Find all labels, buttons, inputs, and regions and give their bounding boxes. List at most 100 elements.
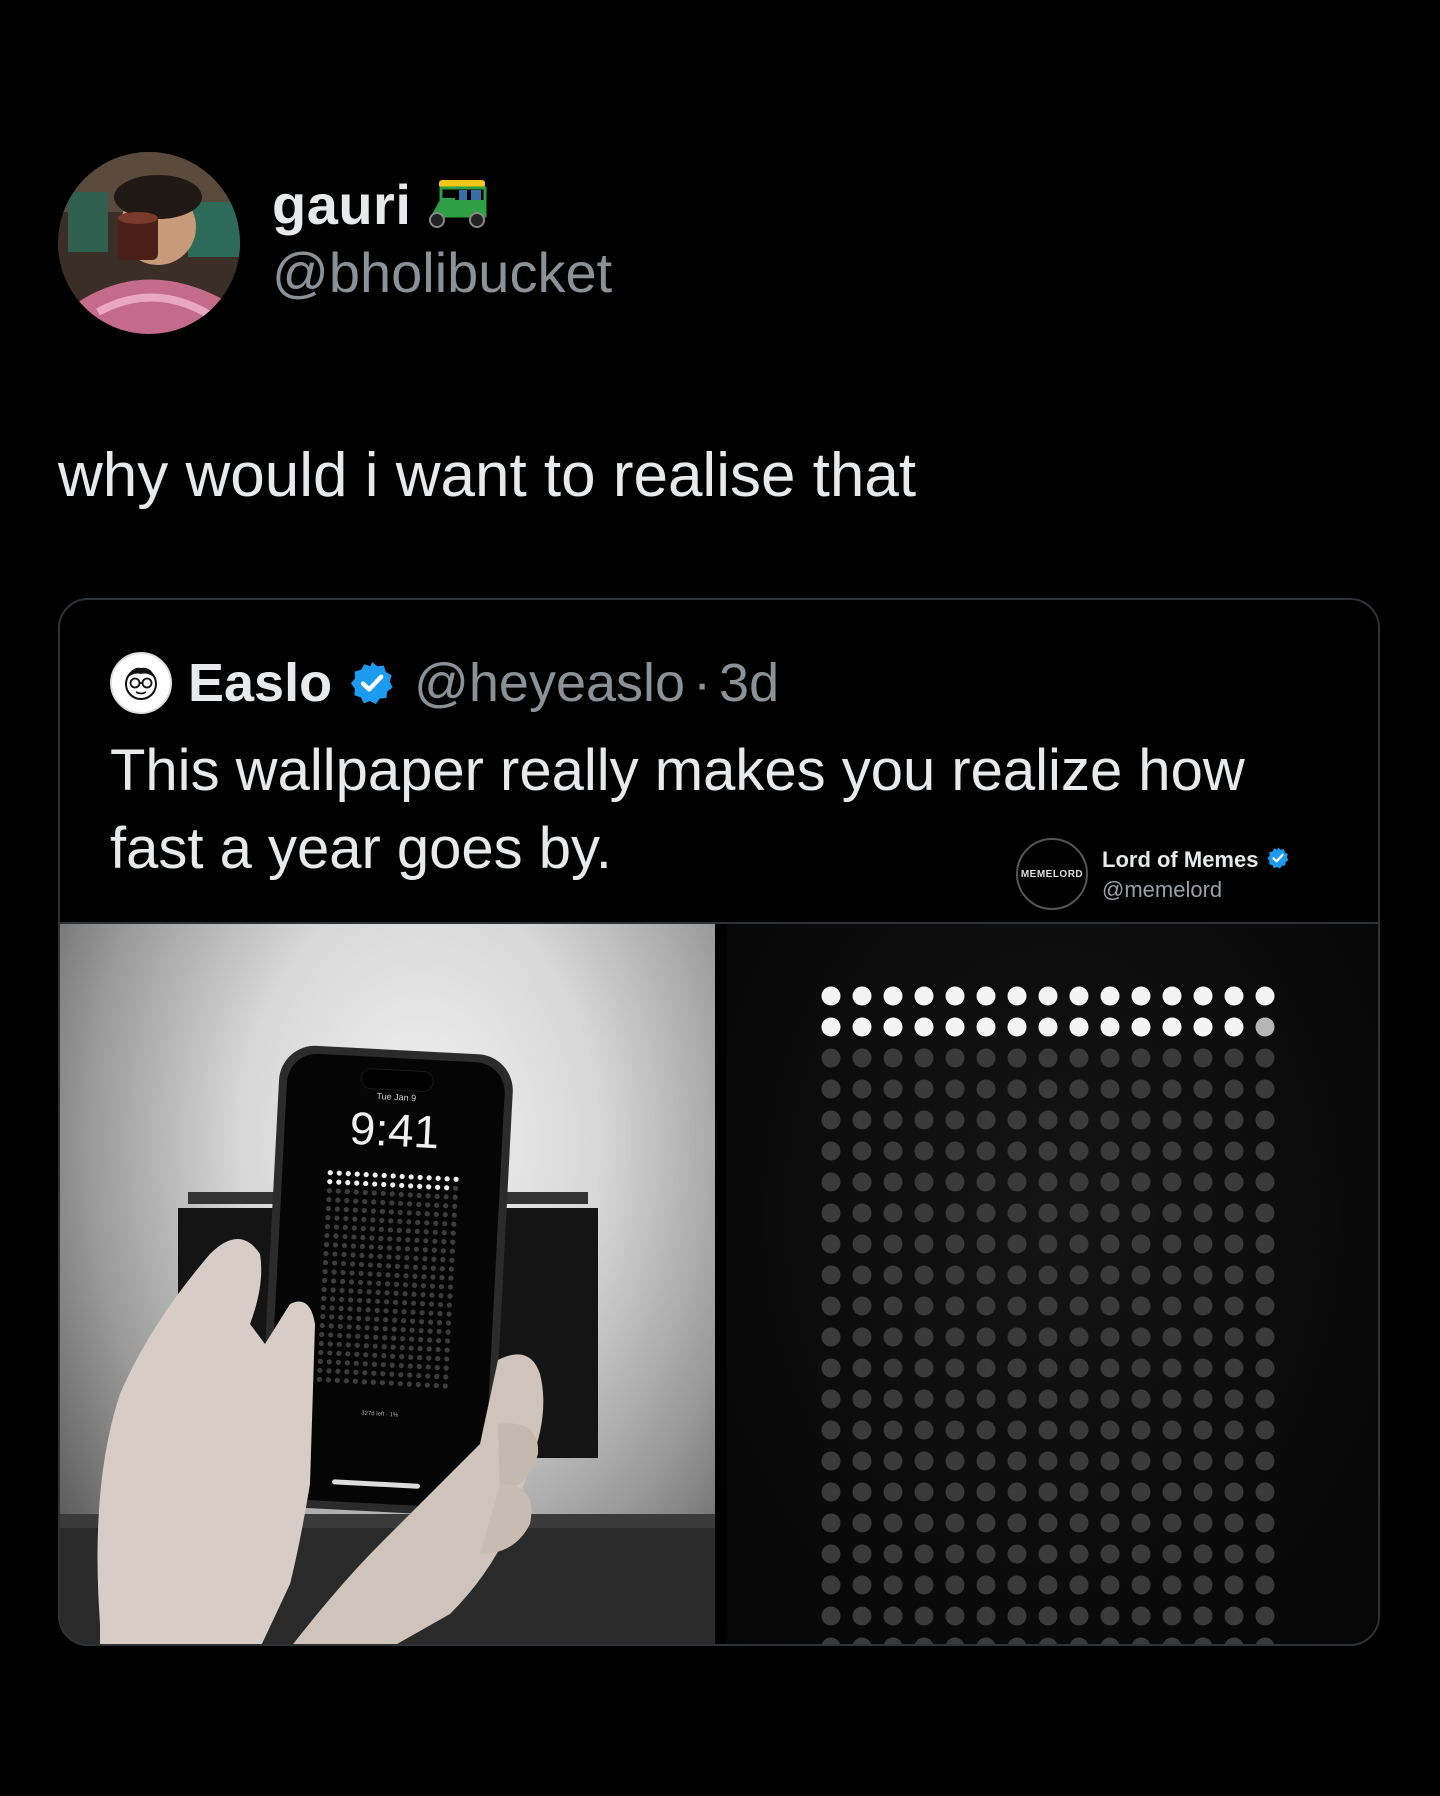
day-dot-remaining	[1131, 1451, 1151, 1471]
day-dot-remaining	[1224, 1079, 1244, 1099]
day-dot-remaining	[1038, 1141, 1058, 1161]
day-dot-remaining	[1038, 1358, 1058, 1378]
day-dot-remaining	[883, 1420, 903, 1440]
day-dot-remaining	[852, 1265, 872, 1285]
day-dot-remaining	[1038, 1079, 1058, 1099]
day-dot-remaining	[945, 1048, 965, 1068]
day-dot-elapsed	[914, 1017, 934, 1037]
quoted-author-handle[interactable]: @heyeaslo	[414, 652, 685, 714]
day-dot-remaining	[1100, 1606, 1120, 1626]
day-dot-remaining	[1069, 1079, 1089, 1099]
day-dot-remaining	[976, 1389, 996, 1409]
day-dot-remaining	[1069, 1234, 1089, 1254]
day-dot-remaining	[1007, 1513, 1027, 1533]
tweet-header: gauri @bholibucket	[58, 152, 612, 334]
day-dot-remaining	[976, 1203, 996, 1223]
day-dot-remaining	[976, 1172, 996, 1192]
day-dot-elapsed	[1162, 1017, 1182, 1037]
day-dot-remaining	[1162, 1420, 1182, 1440]
day-dot-remaining	[1193, 1451, 1213, 1471]
day-dot-remaining	[1100, 1420, 1120, 1440]
day-dot-remaining	[914, 1141, 934, 1161]
day-dot-remaining	[945, 1265, 965, 1285]
day-dot-remaining	[1224, 1296, 1244, 1316]
day-dot-remaining	[976, 1451, 996, 1471]
day-dot-remaining	[852, 1389, 872, 1409]
author-handle[interactable]: @bholibucket	[272, 240, 612, 306]
day-dot-remaining	[1162, 1544, 1182, 1564]
quoted-author-avatar[interactable]	[110, 652, 172, 714]
day-dot-elapsed	[1007, 986, 1027, 1006]
day-dot-remaining	[1038, 1420, 1058, 1440]
day-dot-remaining	[852, 1079, 872, 1099]
day-dot-remaining	[1100, 1079, 1120, 1099]
day-dot-remaining	[945, 1606, 965, 1626]
day-dot-remaining	[852, 1482, 872, 1502]
author-avatar[interactable]	[58, 152, 240, 334]
day-dot-remaining	[976, 1637, 996, 1644]
day-dot-remaining	[1193, 1389, 1213, 1409]
author-display-name[interactable]: gauri	[272, 172, 411, 238]
day-dot-remaining	[976, 1110, 996, 1130]
day-dot-remaining	[1038, 1203, 1058, 1223]
day-dot-remaining	[914, 1575, 934, 1595]
quoted-tweet-card[interactable]: Easlo @heyeaslo · 3d This wallpaper real…	[58, 598, 1380, 1646]
day-dot-remaining	[945, 1141, 965, 1161]
day-dot-remaining	[1255, 1172, 1275, 1192]
day-dot-elapsed	[883, 1017, 903, 1037]
day-dot-remaining	[1224, 1420, 1244, 1440]
day-dot-remaining	[1224, 1203, 1244, 1223]
day-dot-remaining	[1038, 1234, 1058, 1254]
day-dot-remaining	[1255, 1575, 1275, 1595]
day-dot-remaining	[1069, 1389, 1089, 1409]
tweet-text: why would i want to realise that	[58, 441, 917, 510]
memelord-logo: MEMELORD	[1016, 838, 1088, 910]
day-dot-remaining	[1255, 1451, 1275, 1471]
day-dot-remaining	[821, 1513, 841, 1533]
day-dot-elapsed	[1131, 986, 1151, 1006]
quoted-tweet-age[interactable]: 3d	[719, 652, 779, 714]
day-dot-remaining	[1038, 1389, 1058, 1409]
day-dot-remaining	[1255, 1327, 1275, 1347]
day-dot-remaining	[1069, 1513, 1089, 1533]
day-dot-remaining	[883, 1172, 903, 1192]
day-dot-remaining	[1224, 1482, 1244, 1502]
day-dot-remaining	[945, 1110, 965, 1130]
day-dot-remaining	[821, 1172, 841, 1192]
day-dot-remaining	[821, 1296, 841, 1316]
day-dot-elapsed	[1131, 1017, 1151, 1037]
day-dot-remaining	[914, 1327, 934, 1347]
day-dot-remaining	[1038, 1513, 1058, 1533]
day-dot-remaining	[1131, 1265, 1151, 1285]
day-dot-elapsed	[1007, 1017, 1027, 1037]
day-dot-remaining	[1100, 1234, 1120, 1254]
day-dot-remaining	[1193, 1358, 1213, 1378]
day-dot-remaining	[821, 1265, 841, 1285]
day-dot-remaining	[1224, 1141, 1244, 1161]
day-dot-elapsed	[821, 1017, 841, 1037]
day-dot-remaining	[914, 1389, 934, 1409]
day-dot-elapsed	[1038, 1017, 1058, 1037]
day-dot-remaining	[1038, 1637, 1058, 1644]
year-wallpaper-closeup[interactable]	[727, 924, 1378, 1644]
day-dot-remaining	[1038, 1296, 1058, 1316]
day-dot-remaining	[914, 1513, 934, 1533]
quoted-author-display-name[interactable]: Easlo	[188, 652, 332, 714]
day-dot-remaining	[1162, 1513, 1182, 1533]
day-dot-remaining	[1255, 1606, 1275, 1626]
day-dot-remaining	[945, 1389, 965, 1409]
day-dot-remaining	[821, 1637, 841, 1644]
day-dot-remaining	[852, 1513, 872, 1533]
day-dot-remaining	[1007, 1265, 1027, 1285]
day-dot-remaining	[976, 1079, 996, 1099]
day-dot-remaining	[1069, 1327, 1089, 1347]
memelord-watermark: MEMELORD Lord of Memes @memelord	[1016, 838, 1290, 910]
day-dot-remaining	[821, 1327, 841, 1347]
day-dot-remaining	[1224, 1513, 1244, 1533]
day-dot-remaining	[1162, 1265, 1182, 1285]
day-dot-remaining	[883, 1575, 903, 1595]
phone-photo[interactable]: Tue Jan 9 9:41 327d left · 1%	[60, 924, 715, 1644]
day-dot-remaining	[1224, 1544, 1244, 1564]
day-dot-remaining	[1069, 1420, 1089, 1440]
day-dot-remaining	[852, 1575, 872, 1595]
